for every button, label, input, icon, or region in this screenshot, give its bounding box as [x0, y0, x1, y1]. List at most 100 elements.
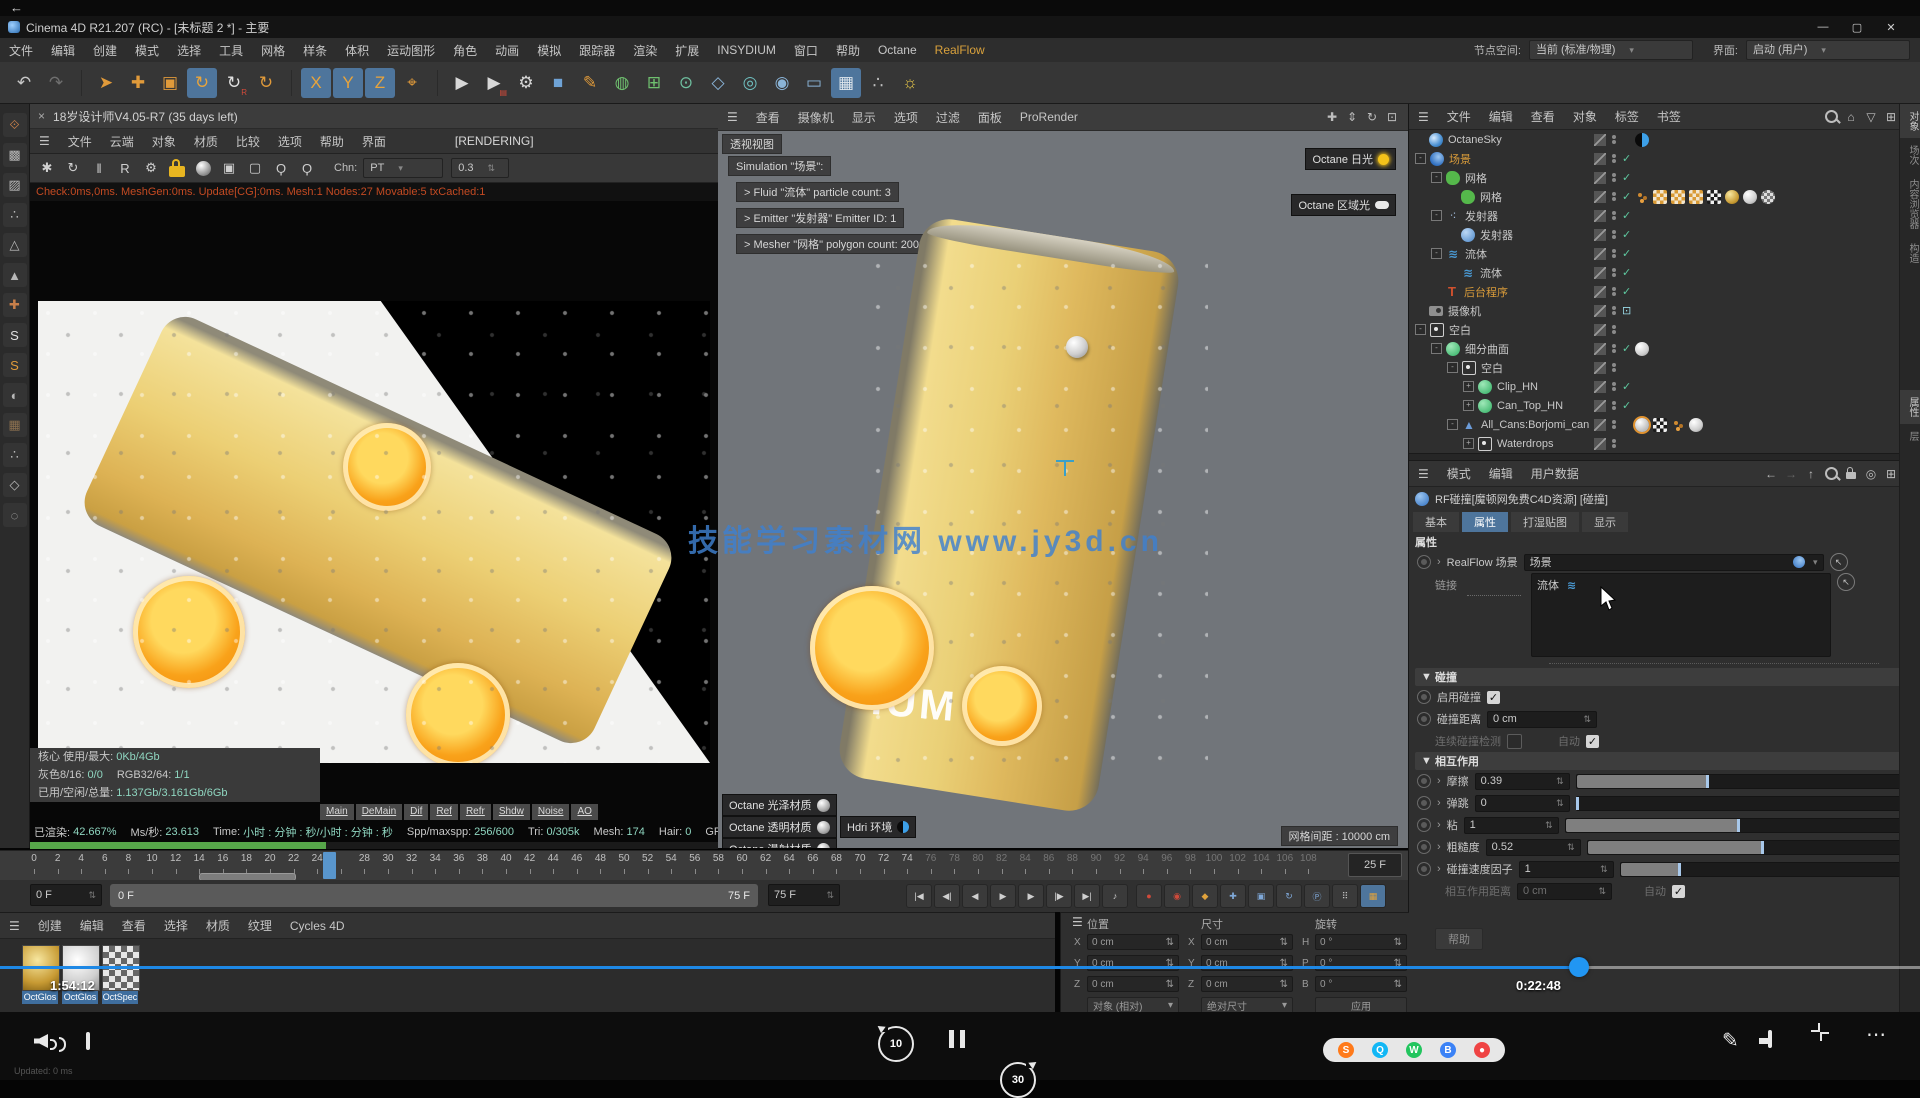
back-icon[interactable]: ← [10, 0, 23, 15]
param-field[interactable]: 0.39⇅ [1475, 773, 1570, 790]
expand-toggle-icon[interactable]: - [1415, 153, 1426, 164]
previous-frame-button[interactable]: ◀ [962, 884, 988, 908]
enabled-check-icon[interactable]: ✓ [1622, 171, 1631, 184]
rotate-tool-icon[interactable]: ↻ [187, 68, 217, 98]
mm-menu-item-Cycles 4D[interactable]: Cycles 4D [281, 919, 354, 933]
hamburger-menu-icon[interactable]: ☰ [1409, 110, 1438, 124]
play-sound-button[interactable]: ♪ [1102, 884, 1128, 908]
expand-toggle-icon[interactable]: - [1431, 343, 1442, 354]
view-label[interactable]: 透视视图 [722, 134, 782, 154]
auto-checkbox[interactable]: ✓ [1672, 885, 1685, 898]
floating-toolbar-icon-4[interactable]: B [1440, 1042, 1456, 1058]
node-space-select[interactable]: 当前 (标准/物理)▾ [1529, 40, 1693, 60]
pip-icon[interactable] [1768, 1032, 1772, 1046]
move-tool-icon[interactable]: ✚ [123, 68, 153, 98]
radio-icon[interactable] [1417, 555, 1431, 569]
chk_o-tag-icon[interactable] [1653, 190, 1667, 204]
record-parameter-button[interactable]: Ⓟ [1304, 884, 1330, 908]
tree-row-All_Cans:Borjomi_can[interactable]: -▲All_Cans:Borjomi_can [1409, 415, 1901, 434]
model-mode-icon[interactable]: ▩ [3, 143, 27, 167]
attribute-tab-属性[interactable]: 属性 [1462, 512, 1508, 532]
render-pass-tab-Shdw[interactable]: Shdw [493, 804, 530, 820]
viewport-filter-icon[interactable]: ◐ [3, 383, 27, 407]
extra-mode-icon[interactable]: ◌ [3, 503, 27, 527]
menu-item-RealFlow[interactable]: RealFlow [926, 43, 994, 57]
om-menu-item-标签[interactable]: 标签 [1606, 108, 1648, 125]
subtitle-icon[interactable] [86, 1034, 90, 1048]
generators-icon[interactable]: ⊞ [639, 68, 669, 98]
edges-mode-icon[interactable]: △ [3, 233, 27, 257]
axis-x-lock-icon[interactable]: X [301, 68, 331, 98]
floating-toolbar-icon-5[interactable]: ● [1474, 1042, 1490, 1058]
range-slider[interactable]: 0 F 75 F [110, 884, 758, 907]
expand-toggle-icon[interactable]: - [1447, 362, 1458, 373]
menu-item-样条[interactable]: 样条 [294, 42, 336, 59]
om-menu-item-查看[interactable]: 查看 [1522, 108, 1564, 125]
more-options-icon[interactable]: ⋯ [1866, 1022, 1886, 1047]
param-field[interactable]: 0 cm⇅ [1487, 711, 1597, 728]
history-back-icon[interactable]: ← [1761, 464, 1781, 484]
side-tab-场次[interactable]: 场次 [1900, 138, 1920, 172]
menu-item-渲染[interactable]: 渲染 [624, 42, 666, 59]
chk_bw-tag-icon[interactable] [1707, 190, 1721, 204]
hamburger-menu-icon[interactable]: ☰ [30, 134, 59, 148]
menu-item-跟踪器[interactable]: 跟踪器 [570, 42, 624, 59]
filter-icon[interactable]: ▽ [1861, 107, 1881, 127]
expand-toggle-icon[interactable]: - [1431, 172, 1442, 183]
pan-view-icon[interactable]: ✚ [1322, 107, 1342, 127]
tree-row-Can_Top_HN[interactable]: +Can_Top_HN✓ [1409, 396, 1901, 415]
visibility-dots[interactable] [1612, 153, 1616, 164]
tweak-tool-icon[interactable]: ↻ [251, 68, 281, 98]
workplane-icon[interactable]: ∴ [863, 68, 893, 98]
play-button[interactable]: ▶ [990, 884, 1016, 908]
layer-chip[interactable] [1594, 305, 1606, 317]
pick-material-icon[interactable]: ▣ [217, 157, 241, 179]
layer-chip[interactable] [1594, 400, 1606, 412]
enabled-check-icon[interactable]: ✓ [1622, 399, 1631, 412]
mm-menu-item-编辑[interactable]: 编辑 [71, 917, 113, 934]
attribute-tab-显示[interactable]: 显示 [1582, 512, 1628, 532]
sphere_tex-tag-icon[interactable] [1761, 190, 1775, 204]
chk_o-tag-icon[interactable] [1689, 190, 1703, 204]
param-slider[interactable] [1576, 796, 1912, 811]
video-progress-bar[interactable] [0, 966, 1920, 969]
visibility-dots[interactable] [1612, 362, 1616, 373]
last-tool-icon[interactable]: ↻R [219, 68, 249, 98]
primitive-cube-icon[interactable]: ■ [543, 68, 573, 98]
quantize-icon[interactable]: ◇ [3, 473, 27, 497]
side-tab-层[interactable]: 层 [1900, 424, 1920, 448]
help-button[interactable]: 帮助 [1435, 928, 1483, 950]
simulation-tag2-icon[interactable]: S [3, 353, 27, 377]
tree-row-空白[interactable]: -空白 [1409, 320, 1901, 339]
slider-handle[interactable] [1737, 819, 1740, 832]
render-pass-tab-DeMain[interactable]: DeMain [356, 804, 402, 820]
expand-toggle-icon[interactable]: + [1463, 381, 1474, 392]
next-key-button[interactable]: |▶ [1046, 884, 1072, 908]
menu-item-动画[interactable]: 动画 [486, 42, 528, 59]
visibility-dots[interactable] [1612, 305, 1616, 316]
simulation-tag-icon[interactable]: S [3, 323, 27, 347]
focus-picker-icon[interactable]: Ϙ [269, 157, 293, 179]
radio-icon[interactable] [1417, 840, 1431, 854]
volume-icon[interactable]: ▭ [799, 68, 829, 98]
pick-object-button[interactable]: ↖ [1830, 553, 1848, 571]
viewport-menu-item-ProRender[interactable]: ProRender [1011, 110, 1087, 124]
menu-item-角色[interactable]: 角色 [444, 42, 486, 59]
param-checkbox[interactable]: ✓ [1487, 691, 1500, 704]
rotate-view-icon[interactable]: ↻ [1362, 107, 1382, 127]
slider-handle[interactable] [1576, 797, 1579, 810]
pick-object-icon[interactable]: ▢ [243, 157, 267, 179]
enabled-check-icon[interactable]: ✓ [1622, 190, 1631, 203]
pdot-tag-icon[interactable] [1671, 418, 1685, 432]
param-field[interactable]: 0 cm⇅ [1517, 883, 1612, 900]
spline-pen-icon[interactable]: ✎ [575, 68, 605, 98]
param-field[interactable]: 0⇅ [1475, 795, 1570, 812]
render-pass-tab-Refr[interactable]: Refr [460, 804, 491, 820]
octane-menu-item-材质[interactable]: 材质 [185, 133, 227, 150]
tree-row-场景[interactable]: -场景✓ [1409, 149, 1901, 168]
mm-menu-item-查看[interactable]: 查看 [113, 917, 155, 934]
param-slider[interactable] [1620, 862, 1912, 877]
redo-icon[interactable]: ↷ [41, 68, 71, 98]
history-forward-icon[interactable]: → [1781, 464, 1801, 484]
current-frame-field[interactable]: 25 F [1348, 853, 1402, 877]
